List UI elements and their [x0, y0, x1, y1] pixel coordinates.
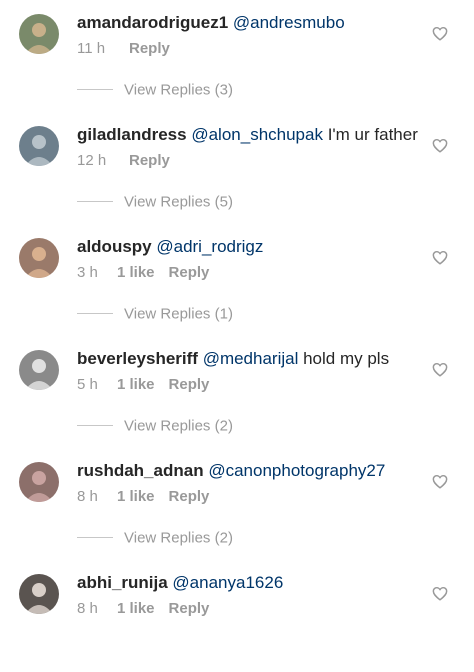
comment-body: amandarodriguez1 @andresmubo	[77, 13, 345, 33]
timestamp: 8 h	[77, 488, 98, 505]
mention-link[interactable]: @canonphotography27	[208, 461, 385, 480]
avatar[interactable]	[19, 462, 59, 502]
view-replies-button[interactable]: View Replies (2)	[77, 417, 233, 437]
timestamp: 5 h	[77, 376, 98, 393]
username[interactable]: beverleysheriff	[77, 349, 198, 368]
avatar[interactable]	[19, 126, 59, 166]
comment-body: aldouspy @adri_rodrigz	[77, 237, 263, 257]
comment-item: giladlandress @alon_shchupak I'm ur fath…	[0, 112, 474, 224]
heart-icon[interactable]	[432, 250, 448, 265]
view-replies-label: View Replies (3)	[124, 81, 233, 99]
username[interactable]: aldouspy	[77, 237, 152, 256]
view-replies-label: View Replies (1)	[124, 305, 233, 323]
comment-item: aldouspy @adri_rodrigz 3 h 1 like Reply View…	[0, 224, 474, 336]
replies-divider	[77, 425, 113, 427]
avatar[interactable]	[19, 14, 59, 54]
likes-count[interactable]: 1 like	[117, 376, 155, 393]
comment-meta: 8 h 1 like Reply	[77, 488, 209, 506]
comment-text: I'm ur father	[322, 125, 418, 144]
comment-meta: 3 h 1 like Reply	[77, 264, 209, 282]
replies-divider	[77, 537, 113, 539]
comment-item: abhi_runija @ananya1626 8 h 1 like Reply	[0, 560, 474, 672]
reply-button[interactable]: Reply	[169, 264, 210, 281]
mention-link[interactable]: @andresmubo	[233, 13, 345, 32]
heart-icon[interactable]	[432, 474, 448, 489]
comment-meta: 8 h 1 like Reply	[77, 600, 209, 618]
reply-button[interactable]: Reply	[169, 376, 210, 393]
comment-item: rushdah_adnan @canonphotography27 8 h 1 li…	[0, 448, 474, 560]
timestamp: 11 h	[77, 40, 106, 57]
comment-meta: 11 h Reply	[77, 40, 170, 58]
username[interactable]: amandarodriguez1	[77, 13, 228, 32]
mention-link[interactable]: @medharijal	[203, 349, 299, 368]
reply-button[interactable]: Reply	[129, 40, 170, 57]
timestamp: 12 h	[77, 152, 107, 169]
likes-count[interactable]: 1 like	[117, 600, 155, 617]
view-replies-label: View Replies (2)	[124, 417, 233, 435]
comment-text: hold my pls	[298, 349, 390, 368]
comment-body: rushdah_adnan @canonphotography27	[77, 461, 385, 481]
timestamp: 3 h	[77, 264, 98, 281]
replies-divider	[77, 89, 113, 91]
comment-body: beverleysheriff @medharijal hold my pls	[77, 349, 389, 369]
reply-button[interactable]: Reply	[169, 488, 210, 505]
view-replies-label: View Replies (2)	[124, 529, 233, 547]
view-replies-button[interactable]: View Replies (3)	[77, 81, 233, 101]
reply-button[interactable]: Reply	[169, 600, 210, 617]
reply-button[interactable]: Reply	[129, 152, 170, 169]
heart-icon[interactable]	[432, 586, 448, 601]
comment-item: amandarodriguez1 @andresmubo 11 h Reply Vie…	[0, 0, 474, 112]
comment-body: abhi_runija @ananya1626	[77, 573, 283, 593]
comment-meta: 12 h Reply	[77, 152, 170, 170]
comment-body: giladlandress @alon_shchupak I'm ur fath…	[77, 125, 418, 145]
heart-icon[interactable]	[432, 26, 448, 41]
mention-link[interactable]: @ananya1626	[172, 573, 283, 592]
avatar[interactable]	[19, 350, 59, 390]
avatar[interactable]	[19, 238, 59, 278]
heart-icon[interactable]	[432, 138, 448, 153]
username[interactable]: rushdah_adnan	[77, 461, 204, 480]
comment-item: beverleysheriff @medharijal hold my pls 5…	[0, 336, 474, 448]
replies-divider	[77, 313, 113, 315]
likes-count[interactable]: 1 like	[117, 264, 155, 281]
replies-divider	[77, 201, 113, 203]
view-replies-button[interactable]: View Replies (5)	[77, 193, 233, 213]
mention-link[interactable]: @alon_shchupak	[191, 125, 323, 144]
mention-link[interactable]: @adri_rodrigz	[156, 237, 263, 256]
view-replies-button[interactable]: View Replies (1)	[77, 305, 233, 325]
timestamp: 8 h	[77, 600, 98, 617]
avatar[interactable]	[19, 574, 59, 614]
likes-count[interactable]: 1 like	[117, 488, 155, 505]
heart-icon[interactable]	[432, 362, 448, 377]
username[interactable]: abhi_runija	[77, 573, 168, 592]
view-replies-button[interactable]: View Replies (2)	[77, 529, 233, 549]
username[interactable]: giladlandress	[77, 125, 187, 144]
comment-meta: 5 h 1 like Reply	[77, 376, 209, 394]
view-replies-label: View Replies (5)	[124, 193, 233, 211]
